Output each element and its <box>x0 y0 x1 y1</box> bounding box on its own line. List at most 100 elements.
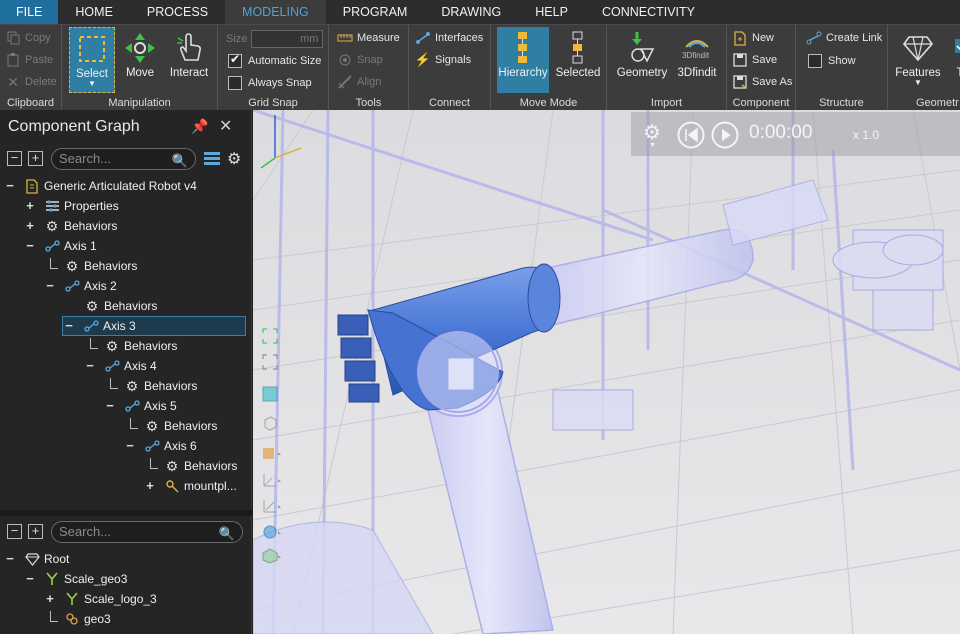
rewind-icon[interactable] <box>677 121 705 152</box>
tree-node-properties[interactable]: + Properties <box>24 196 119 216</box>
show-checkbox[interactable]: Show <box>808 51 856 71</box>
tree-node-geo3[interactable]: geo3 <box>44 609 111 629</box>
settings-gear-icon[interactable]: ⚙ <box>227 149 241 169</box>
geo-collapse-all-button[interactable]: − <box>7 524 22 539</box>
automatic-size-checkbox[interactable]: Automatic Size <box>228 51 321 71</box>
copy-button[interactable]: Copy <box>5 28 51 48</box>
filter-icon[interactable] <box>203 150 221 169</box>
geometry-next-label: T <box>956 67 960 79</box>
align-button[interactable]: Align <box>337 72 381 92</box>
expand-toggle[interactable]: + <box>144 476 156 496</box>
collapse-toggle[interactable]: − <box>4 549 16 569</box>
save-component-button[interactable]: Save <box>732 50 777 70</box>
tree-node-behaviors[interactable]: + ⚙ Behaviors <box>24 216 117 236</box>
create-link-button[interactable]: Create Link <box>806 28 882 48</box>
collapse-all-button[interactable]: − <box>7 151 22 166</box>
always-snap-checkbox[interactable]: Always Snap <box>228 73 312 93</box>
tab-drawing[interactable]: DRAWING <box>424 0 518 24</box>
player-settings-dropdown-icon[interactable]: ▼ <box>649 142 656 149</box>
features-dropdown-icon[interactable]: ▼ <box>914 79 922 87</box>
display-options-icon[interactable] <box>262 548 282 566</box>
signals-button[interactable]: ⚡ Signals <box>415 50 471 70</box>
geometry-import-button[interactable]: Geometry <box>615 27 669 93</box>
tree-node-behaviors[interactable]: ⚙ Behaviors <box>84 336 178 356</box>
tree-node-axis-2[interactable]: − Axis 2 <box>44 276 117 296</box>
collapse-toggle[interactable]: − <box>104 396 116 416</box>
fit-selection-icon[interactable] <box>262 354 282 372</box>
component-search-input[interactable]: Search... 🔍 <box>51 148 196 170</box>
tab-process[interactable]: PROCESS <box>130 0 225 24</box>
tree-node-generic-articulated-robot-v4[interactable]: − Generic Articulated Robot v4 <box>4 176 197 196</box>
tab-home[interactable]: HOME <box>58 0 130 24</box>
panel-splitter[interactable] <box>0 510 252 516</box>
collapse-toggle[interactable]: − <box>4 176 16 196</box>
selected-button[interactable]: Selected <box>553 27 603 93</box>
hierarchy-button[interactable]: Hierarchy <box>497 27 549 93</box>
move-button[interactable]: Move <box>120 27 160 93</box>
collapse-toggle[interactable]: − <box>24 236 36 256</box>
tree-node-behaviors[interactable]: ⚙ Behaviors <box>64 296 158 316</box>
collapse-toggle[interactable]: − <box>124 436 136 456</box>
tree-node-mountpl[interactable]: + mountpl... <box>144 476 237 496</box>
select-button[interactable]: Select ▼ <box>69 27 115 93</box>
features-button[interactable]: Features ▼ <box>894 27 942 93</box>
play-icon[interactable] <box>711 121 739 152</box>
tree-node-axis-6[interactable]: − Axis 6 <box>124 436 196 456</box>
tree-node-behaviors[interactable]: ⚙ Behaviors <box>44 256 138 276</box>
gear-icon: ⚙ <box>65 258 79 274</box>
save-as-component-button[interactable]: Save As <box>732 72 792 92</box>
tree-node-label: Axis 2 <box>84 279 117 293</box>
layout-icon[interactable] <box>262 386 282 404</box>
delete-button[interactable]: ✕ Delete <box>5 72 57 92</box>
camera-icon[interactable] <box>262 524 282 542</box>
tree-node-behaviors[interactable]: ⚙ Behaviors <box>124 416 218 436</box>
tree-node-axis-5[interactable]: − Axis 5 <box>104 396 176 416</box>
tree-node-root[interactable]: − Root <box>4 549 69 569</box>
tree-node-axis-1[interactable]: − Axis 1 <box>24 236 96 256</box>
tree-node-behaviors[interactable]: ⚙ Behaviors <box>144 456 238 476</box>
collapse-toggle[interactable]: − <box>63 316 75 336</box>
expand-toggle[interactable]: + <box>24 196 36 216</box>
close-icon[interactable]: ✕ <box>219 116 232 136</box>
view-cube-icon[interactable] <box>262 415 282 433</box>
interfaces-button[interactable]: Interfaces <box>415 28 483 48</box>
tree-node-axis-4[interactable]: − Axis 4 <box>84 356 156 376</box>
3dfindit-button[interactable]: 3Dfindit 3Dfindit <box>671 27 723 93</box>
paste-button[interactable]: Paste <box>5 50 53 70</box>
expand-all-button[interactable]: + <box>28 151 43 166</box>
tree-node-behaviors[interactable]: ⚙ Behaviors <box>104 376 198 396</box>
expand-toggle[interactable]: + <box>44 589 56 609</box>
new-component-button[interactable]: New <box>732 28 774 48</box>
measure-button[interactable]: Measure <box>337 28 400 48</box>
geometry-next-button[interactable]: T <box>950 27 960 93</box>
tab-modeling[interactable]: MODELING <box>225 0 326 24</box>
menu-bar: FILE HOME PROCESS MODELING PROGRAM DRAWI… <box>0 0 960 24</box>
interact-button[interactable]: Interact <box>166 27 212 93</box>
tree-node-axis-3[interactable]: − Axis 3 <box>62 316 246 336</box>
tree-node-scale-geo3[interactable]: − Scale_geo3 <box>24 569 127 589</box>
snap-button[interactable]: Snap <box>337 50 383 70</box>
snap-axis-icon[interactable] <box>262 472 282 490</box>
render-mode-icon[interactable] <box>262 445 282 463</box>
tab-connectivity[interactable]: CONNECTIVITY <box>585 0 712 24</box>
size-input[interactable]: mm <box>251 30 324 48</box>
geometry-search-input[interactable]: Search... 🔍 <box>51 521 243 543</box>
collapse-toggle[interactable]: − <box>44 276 56 296</box>
geo-expand-all-button[interactable]: + <box>28 524 43 539</box>
hierarchy-label: Hierarchy <box>498 67 548 79</box>
tab-program[interactable]: PROGRAM <box>326 0 425 24</box>
measure-axis-icon[interactable] <box>262 498 282 516</box>
3d-viewport[interactable]: ⚙ ▼ 0:00:00 x 1.0 <box>253 110 960 634</box>
delete-icon: ✕ <box>7 73 19 90</box>
tab-file[interactable]: FILE <box>0 0 59 24</box>
collapse-toggle[interactable]: − <box>84 356 96 376</box>
tab-help[interactable]: HELP <box>518 0 585 24</box>
expand-toggle[interactable]: + <box>24 216 36 236</box>
select-dropdown-icon[interactable]: ▼ <box>88 80 96 88</box>
tree-node-scale-logo-3[interactable]: + Scale_logo_3 <box>44 589 157 609</box>
tree-guide-line <box>90 348 98 349</box>
fit-all-icon[interactable] <box>262 328 282 346</box>
collapse-toggle[interactable]: − <box>24 569 36 589</box>
pin-icon[interactable]: 📌 <box>191 118 208 135</box>
simulation-speed[interactable]: x 1.0 <box>853 128 879 142</box>
